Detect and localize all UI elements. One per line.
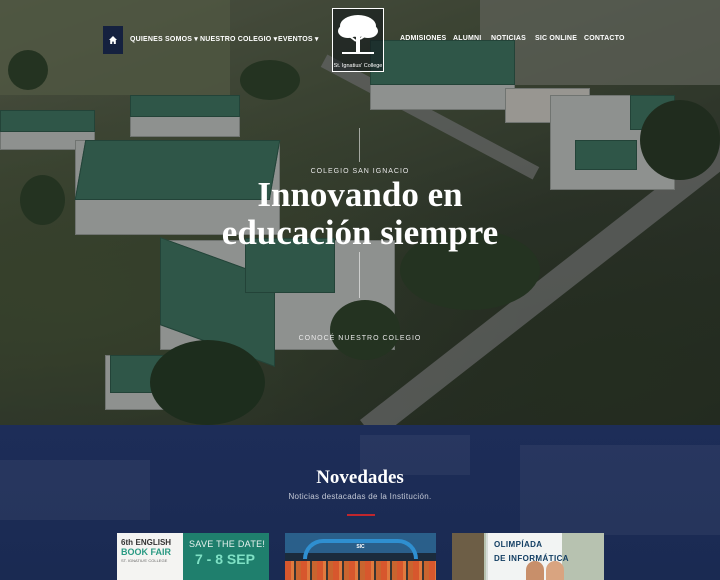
- news-card-book-fair[interactable]: 6th ENGLISH BOOK FAIR ST. IGNATIUS' COLL…: [117, 533, 269, 580]
- home-button[interactable]: [103, 26, 123, 54]
- news-subtitle: Noticias destacadas de la Institución.: [288, 492, 432, 501]
- nav-item-noticias[interactable]: NOTICIAS: [491, 35, 526, 42]
- home-icon: [109, 36, 117, 44]
- book-fair-line1: 6th ENGLISH: [121, 537, 171, 547]
- nav-item-label: NUESTRO COLEGIO: [200, 36, 272, 43]
- olimpiada-title: OLIMPÍADA: [494, 540, 543, 549]
- book-fair-line2: BOOK FAIR: [121, 547, 172, 557]
- olimpiada-photo-bg: [452, 533, 484, 580]
- hero-kicker: COLEGIO SAN IGNACIO: [310, 168, 410, 175]
- arch-logo: SIC: [356, 544, 365, 550]
- chevron-down-icon: ▾: [273, 36, 278, 43]
- book-fair-line3: ST. IGNATIUS' COLLEGE: [121, 558, 168, 563]
- news-title-underline: [347, 514, 375, 516]
- save-the-date-text: SAVE THE DATE!: [189, 539, 266, 549]
- hero-headline-line1: Innovando en: [257, 175, 463, 214]
- news-card-olimpiada[interactable]: OLIMPÍADA DE INFORMÁTICA: [452, 533, 604, 580]
- nav-item-admisiones[interactable]: ADMISIONES: [400, 35, 446, 42]
- nav-item-label: EVENTOS: [278, 36, 313, 43]
- olimpiada-student: [546, 561, 564, 580]
- olimpiada-student: [526, 561, 544, 580]
- nav-item-label: QUIENES SOMOS: [130, 36, 193, 43]
- book-fair-edition: 6th: [121, 538, 133, 547]
- book-fair-date: 7 - 8 SEP: [195, 551, 255, 567]
- news-title: Novedades: [316, 467, 404, 488]
- tree-icon: [338, 15, 378, 54]
- nav-item-alumni[interactable]: ALUMNI: [453, 35, 481, 42]
- nav-item-eventos[interactable]: EVENTOS ▾: [278, 35, 319, 43]
- hero-section: QUIENES SOMOS ▾ NUESTRO COLEGIO ▾ EVENTO…: [0, 0, 720, 425]
- conoce-colegio-link[interactable]: CONOCÉ NUESTRO COLEGIO: [0, 335, 720, 342]
- news-card-event-photo[interactable]: SIC: [285, 533, 436, 580]
- book-fair-panel: 6th ENGLISH BOOK FAIR ST. IGNATIUS' COLL…: [117, 533, 183, 580]
- nav-item-quienes-somos[interactable]: QUIENES SOMOS ▾: [130, 35, 198, 43]
- hero-divider-top: [359, 128, 360, 162]
- nav-item-contacto[interactable]: CONTACTO: [584, 35, 625, 42]
- chevron-down-icon: ▾: [314, 36, 319, 43]
- hero-divider-bottom: [359, 252, 360, 298]
- hero-headline: Innovando en educación siempre: [0, 176, 720, 252]
- book-fair-language: ENGLISH: [135, 538, 172, 547]
- news-section: Novedades Noticias destacadas de la Inst…: [0, 425, 720, 580]
- nav-item-sic-online[interactable]: SIC ONLINE: [535, 35, 577, 42]
- logo-caption: St. Ignatius' College: [333, 63, 383, 69]
- event-photo-crowd: [285, 561, 436, 580]
- hero-headline-line2: educación siempre: [221, 213, 499, 252]
- school-logo[interactable]: St. Ignatius' College: [332, 8, 384, 72]
- news-bg-shape: [520, 445, 720, 535]
- chevron-down-icon: ▾: [194, 36, 198, 43]
- nav-item-nuestro-colegio[interactable]: NUESTRO COLEGIO ▾: [200, 35, 277, 43]
